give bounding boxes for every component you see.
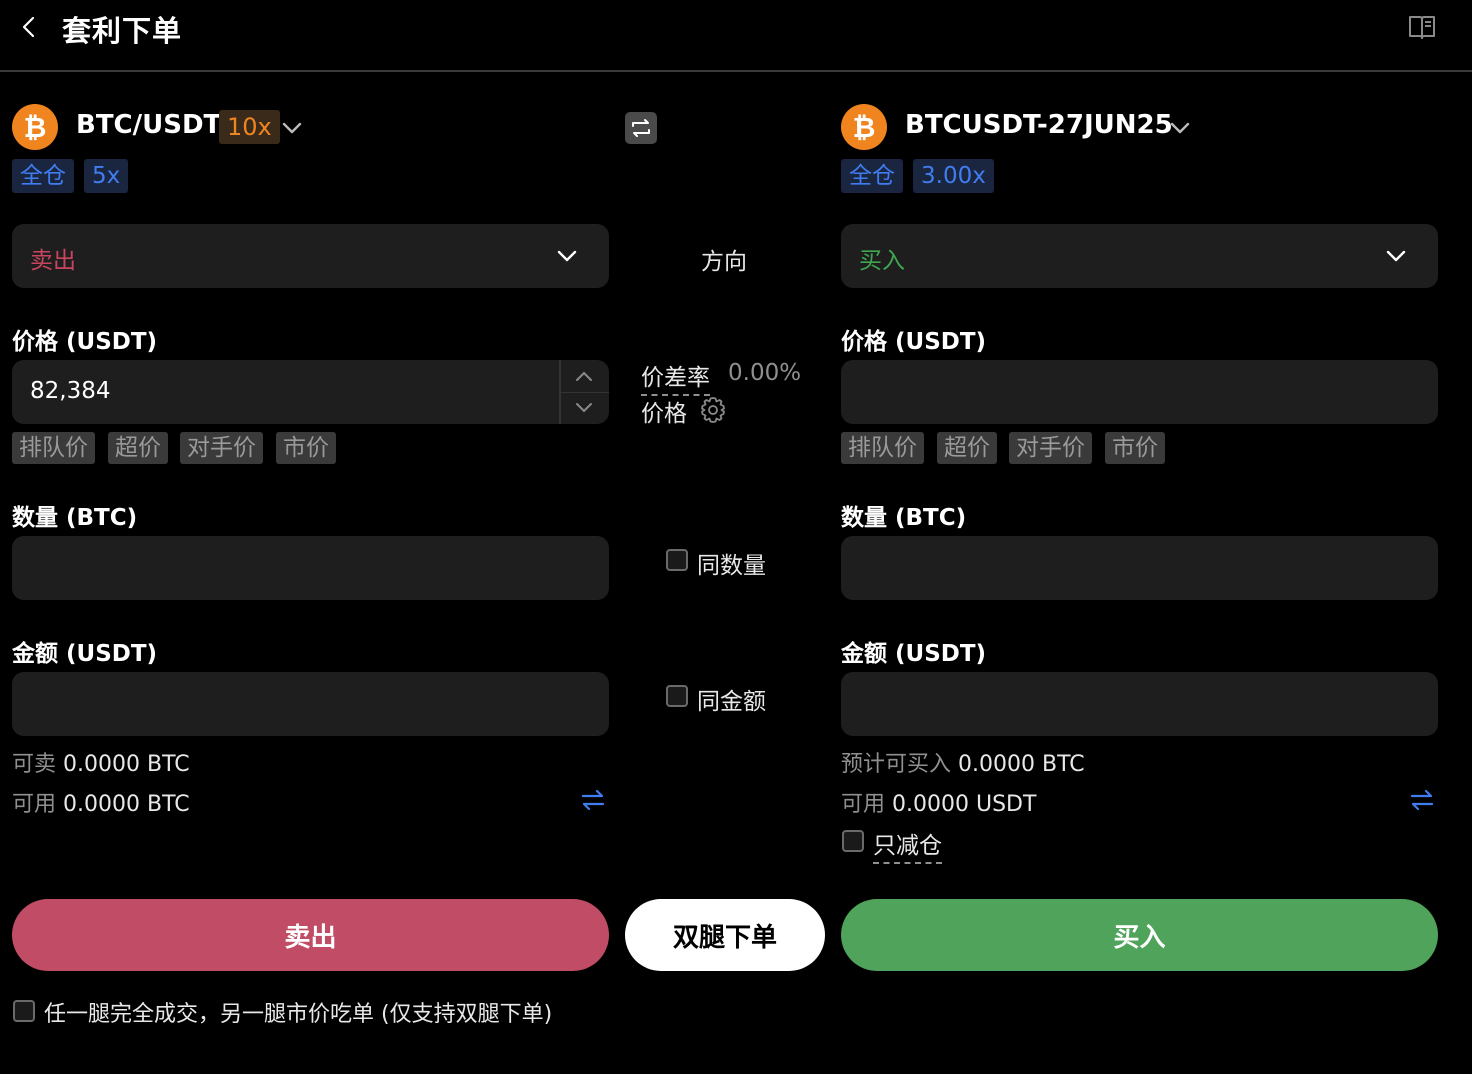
btc-coin-icon: ₿ bbox=[841, 104, 887, 150]
right-over-price-button[interactable]: 超价 bbox=[937, 432, 997, 464]
swap-legs-button[interactable] bbox=[625, 112, 657, 144]
swap-icon bbox=[632, 119, 650, 137]
same-qty-checkbox[interactable] bbox=[666, 549, 688, 571]
left-market-price-button[interactable]: 市价 bbox=[276, 432, 336, 464]
left-margin-mode-tag[interactable]: 全仓 bbox=[12, 159, 74, 193]
chevron-down-icon bbox=[557, 250, 577, 262]
right-market-price-button[interactable]: 市价 bbox=[1105, 432, 1165, 464]
transfer-icon[interactable] bbox=[1409, 787, 1435, 813]
left-amount-label: 金额 (USDT) bbox=[12, 641, 158, 667]
sell-button[interactable]: 卖出 bbox=[12, 899, 609, 971]
same-amount-label: 同金额 bbox=[697, 689, 766, 715]
right-amount-label: 金额 (USDT) bbox=[841, 641, 987, 667]
left-leverage-badge[interactable]: 10x bbox=[219, 110, 280, 144]
book-icon[interactable] bbox=[1405, 10, 1439, 44]
stepper-divider bbox=[561, 392, 609, 393]
gear-icon[interactable] bbox=[698, 395, 728, 425]
right-queue-price-button[interactable]: 排队价 bbox=[841, 432, 924, 464]
right-amount-input[interactable] bbox=[841, 672, 1438, 736]
right-available-balance: 可用 0.0000 USDT bbox=[841, 792, 1037, 817]
back-arrow-icon[interactable] bbox=[14, 12, 44, 42]
right-price-input[interactable] bbox=[841, 360, 1438, 424]
left-amount-input[interactable] bbox=[12, 672, 609, 736]
market-fill-checkbox[interactable] bbox=[13, 1000, 35, 1022]
left-pair-name[interactable]: BTC/USDT bbox=[76, 110, 221, 140]
market-fill-label: 任一腿完全成交，另一腿市价吃单 (仅支持双腿下单) bbox=[44, 1002, 553, 1027]
left-queue-price-button[interactable]: 排队价 bbox=[12, 432, 95, 464]
spread-price-label: 价格 bbox=[641, 401, 687, 427]
chevron-down-icon[interactable] bbox=[572, 396, 596, 418]
left-available-balance: 可用 0.0000 BTC bbox=[12, 792, 190, 817]
chevron-up-icon[interactable] bbox=[572, 366, 596, 388]
left-direction-dropdown[interactable]: 卖出 bbox=[12, 224, 609, 288]
right-direction-dropdown[interactable]: 买入 bbox=[841, 224, 1438, 288]
left-counter-price-button[interactable]: 对手价 bbox=[180, 432, 263, 464]
left-price-label: 价格 (USDT) bbox=[12, 329, 158, 355]
right-leverage-tag[interactable]: 3.00x bbox=[913, 159, 994, 193]
right-margin-mode-tag[interactable]: 全仓 bbox=[841, 159, 903, 193]
left-available-sell: 可卖 0.0000 BTC bbox=[12, 752, 190, 777]
left-qty-label: 数量 (BTC) bbox=[12, 505, 138, 531]
same-amount-checkbox[interactable] bbox=[666, 685, 688, 707]
reduce-only-label[interactable]: 只减仓 bbox=[873, 826, 942, 864]
right-pair-name[interactable]: BTCUSDT-27JUN25 bbox=[905, 110, 1173, 140]
reduce-only-checkbox[interactable] bbox=[842, 830, 864, 852]
chevron-down-icon bbox=[1386, 250, 1406, 262]
spread-rate-label[interactable]: 价差率 bbox=[641, 358, 710, 396]
direction-label: 方向 bbox=[701, 249, 747, 275]
right-direction-value: 买入 bbox=[859, 248, 905, 274]
transfer-icon[interactable] bbox=[580, 787, 606, 813]
header bbox=[0, 0, 1472, 72]
right-price-label: 价格 (USDT) bbox=[841, 329, 987, 355]
page-title: 套利下单 bbox=[62, 14, 183, 48]
left-direction-value: 卖出 bbox=[30, 248, 76, 274]
left-price-value: 82,384 bbox=[30, 378, 111, 404]
buy-button[interactable]: 买入 bbox=[841, 899, 1438, 971]
left-leverage-tag[interactable]: 5x bbox=[84, 159, 129, 193]
chevron-down-icon[interactable] bbox=[278, 114, 306, 142]
btc-coin-icon: ₿ bbox=[12, 104, 58, 150]
left-over-price-button[interactable]: 超价 bbox=[108, 432, 168, 464]
right-qty-label: 数量 (BTC) bbox=[841, 505, 967, 531]
spread-rate-value: 0.00% bbox=[728, 360, 802, 386]
dual-order-button[interactable]: 双腿下单 bbox=[625, 899, 825, 971]
right-est-buy: 预计可买入 0.0000 BTC bbox=[841, 752, 1085, 777]
left-price-input[interactable]: 82,384 bbox=[12, 360, 609, 424]
left-qty-input[interactable] bbox=[12, 536, 609, 600]
right-counter-price-button[interactable]: 对手价 bbox=[1009, 432, 1092, 464]
right-qty-input[interactable] bbox=[841, 536, 1438, 600]
same-qty-label: 同数量 bbox=[697, 553, 766, 579]
chevron-down-icon[interactable] bbox=[1166, 114, 1194, 142]
